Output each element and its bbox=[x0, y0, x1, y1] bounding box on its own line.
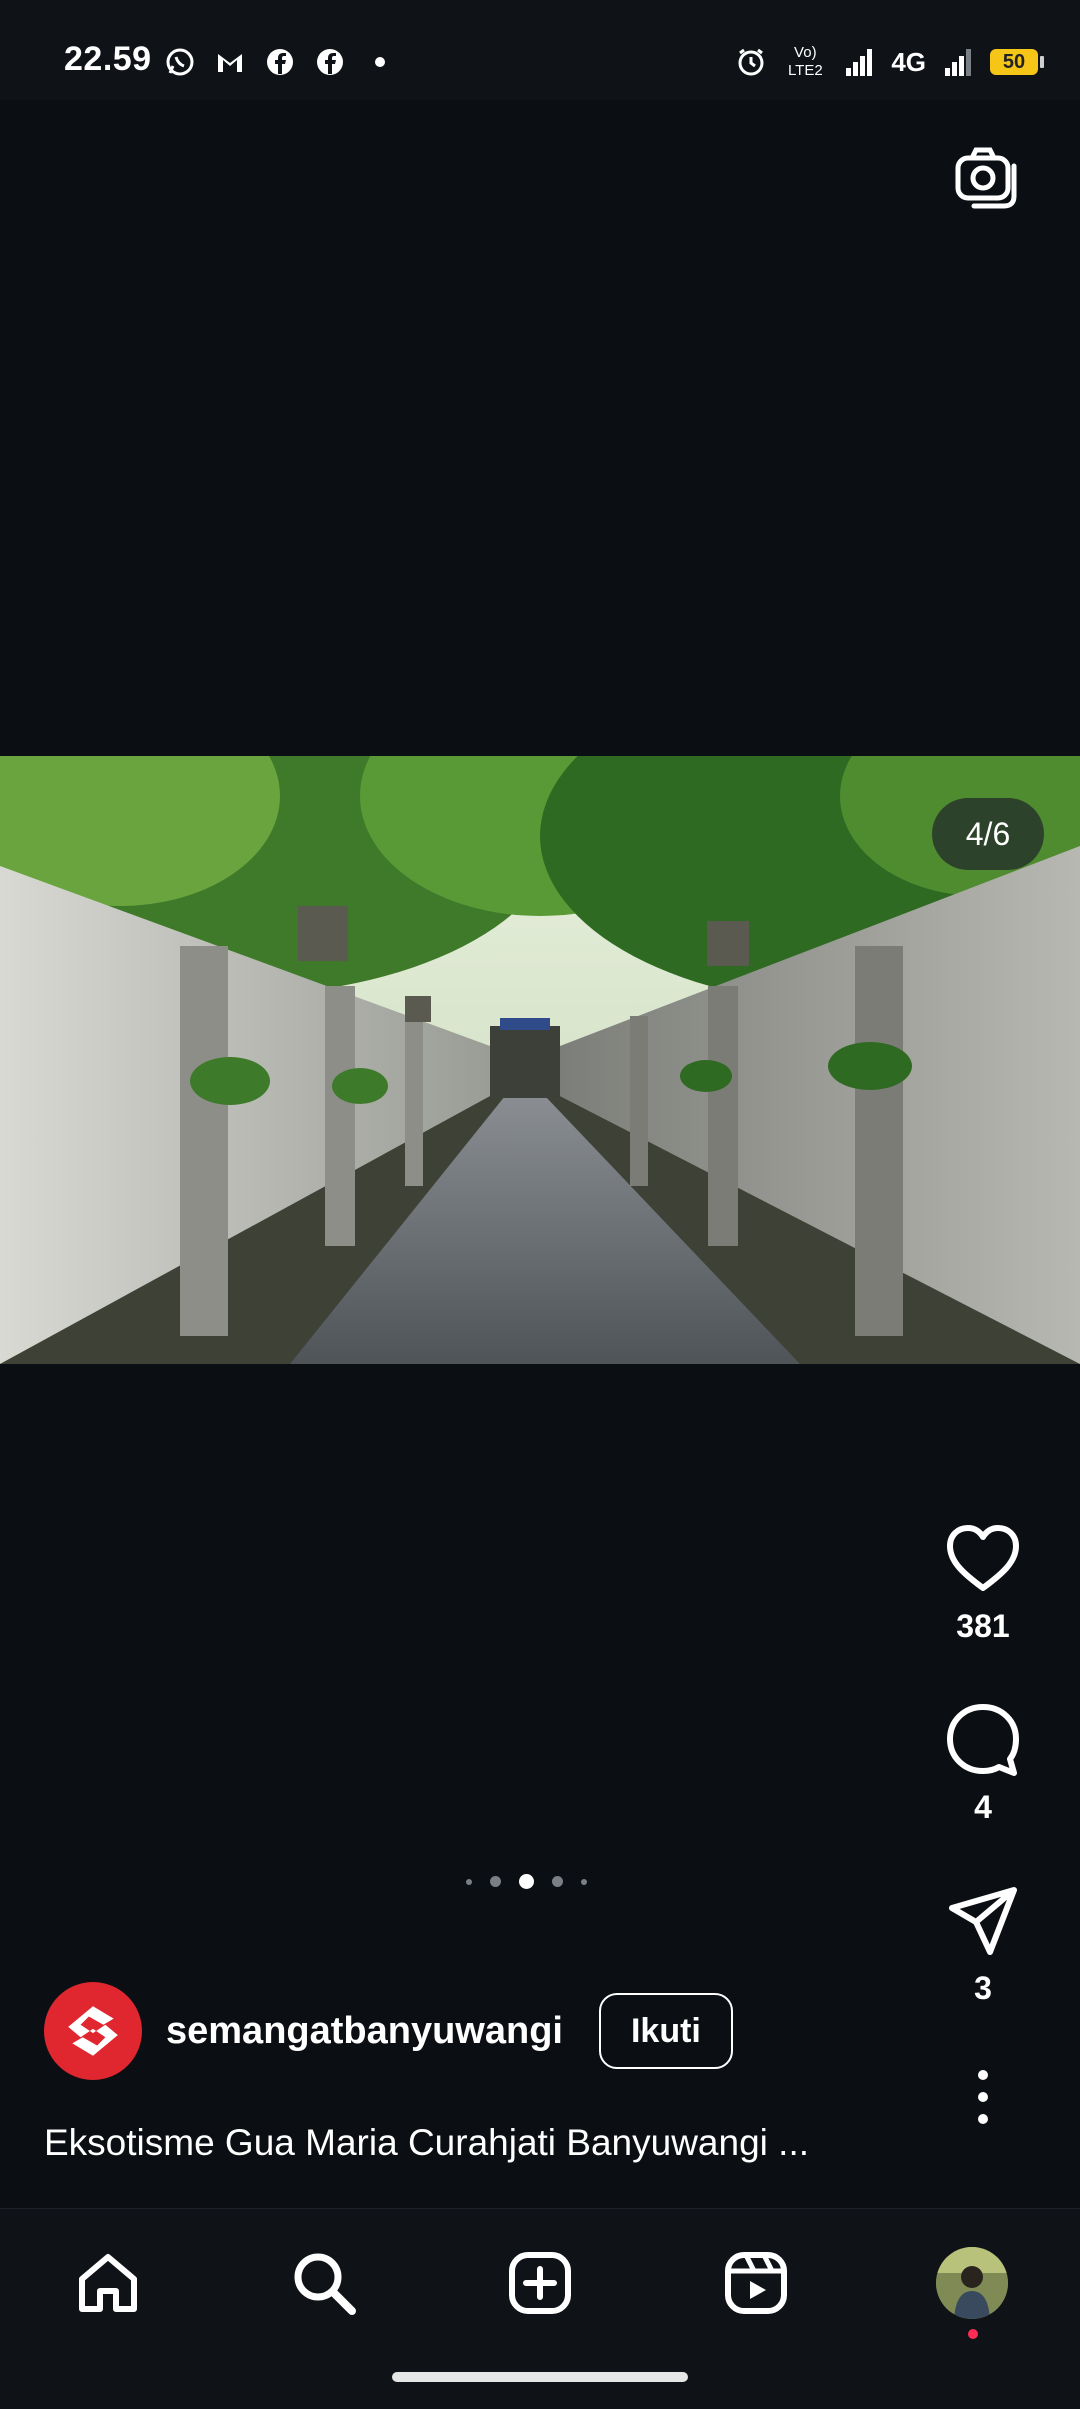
camera-button[interactable] bbox=[952, 142, 1026, 216]
camera-icon bbox=[955, 147, 1017, 209]
whatsapp-icon bbox=[162, 44, 198, 80]
facebook-icon bbox=[312, 44, 348, 80]
home-icon bbox=[79, 2254, 137, 2312]
alarm-icon bbox=[733, 44, 769, 80]
notification-icons bbox=[162, 44, 398, 80]
volte-label: LTE2 bbox=[787, 62, 823, 79]
share-count[interactable]: 3 bbox=[974, 1970, 992, 2007]
post-actions: 381 4 3 bbox=[910, 1520, 1056, 2127]
home-indicator[interactable] bbox=[392, 2372, 688, 2382]
reels-icon bbox=[725, 2252, 787, 2314]
author-row: semangatbanyuwangi Ikuti bbox=[44, 1982, 733, 2080]
comment-action: 4 bbox=[944, 1701, 1022, 1826]
volte-icon: Vo) LTE2 bbox=[787, 44, 823, 79]
battery-level: 50 bbox=[990, 49, 1038, 75]
dot-icon bbox=[362, 44, 398, 80]
carousel-dots bbox=[466, 1874, 587, 1889]
heart-icon[interactable] bbox=[944, 1520, 1022, 1598]
signal-icon bbox=[841, 44, 877, 80]
system-status-icons: Vo) LTE2 4G 50 bbox=[733, 44, 1044, 80]
comment-icon[interactable] bbox=[944, 1701, 1022, 1779]
post-photo[interactable] bbox=[0, 756, 1080, 1364]
brand-logo-icon bbox=[68, 2006, 118, 2056]
search-icon bbox=[294, 2253, 356, 2315]
share-action: 3 bbox=[944, 1882, 1022, 2007]
nav-home[interactable] bbox=[72, 2247, 144, 2319]
like-count[interactable]: 381 bbox=[956, 1608, 1009, 1645]
profile-avatar bbox=[936, 2247, 1008, 2319]
post-caption[interactable]: Eksotisme Gua Maria Curahjati Banyuwangi… bbox=[44, 2122, 844, 2164]
nav-create[interactable] bbox=[504, 2247, 576, 2319]
signal-icon bbox=[940, 44, 976, 80]
carousel-dot bbox=[490, 1876, 501, 1887]
nav-profile[interactable] bbox=[936, 2247, 1008, 2319]
follow-button[interactable]: Ikuti bbox=[598, 1993, 733, 2069]
carousel-dot-active bbox=[519, 1874, 534, 1889]
more-vertical-icon bbox=[978, 2070, 988, 2124]
status-bar: 22.59 Vo) LTE2 4G 50 bbox=[0, 0, 1080, 100]
carousel-dot bbox=[552, 1876, 563, 1887]
gmail-icon bbox=[212, 44, 248, 80]
notification-dot bbox=[968, 2329, 978, 2339]
more-options-button[interactable] bbox=[973, 2067, 993, 2127]
share-icon[interactable] bbox=[944, 1882, 1022, 1960]
status-time: 22.59 bbox=[64, 40, 152, 78]
create-icon bbox=[509, 2252, 571, 2314]
author-username[interactable]: semangatbanyuwangi bbox=[166, 2010, 563, 2053]
carousel-dot bbox=[466, 1878, 472, 1885]
facebook-icon bbox=[262, 44, 298, 80]
nav-reels[interactable] bbox=[720, 2247, 792, 2319]
network-label: 4G bbox=[891, 46, 926, 77]
carousel-dot bbox=[581, 1878, 587, 1885]
battery-icon: 50 bbox=[990, 49, 1044, 75]
nav-search[interactable] bbox=[288, 2247, 360, 2319]
author-avatar[interactable] bbox=[44, 1982, 142, 2080]
like-action: 381 bbox=[944, 1520, 1022, 1645]
comment-count[interactable]: 4 bbox=[974, 1789, 992, 1826]
image-counter: 4/6 bbox=[932, 798, 1044, 870]
